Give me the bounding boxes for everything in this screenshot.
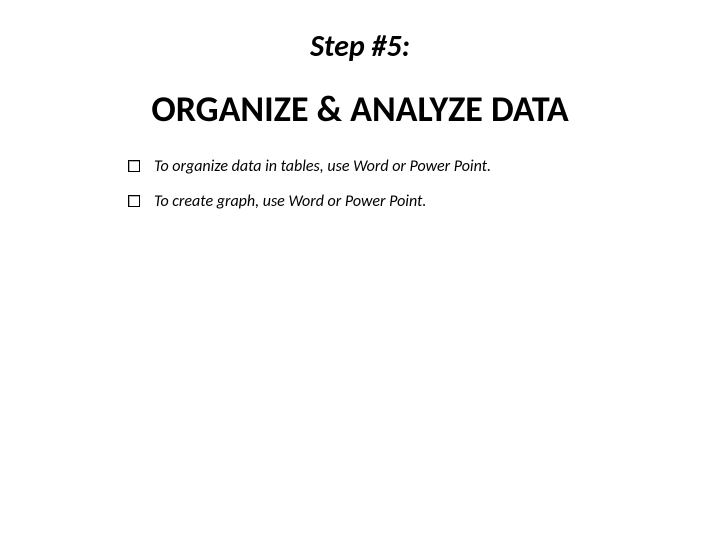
- checkbox-icon: [128, 195, 140, 207]
- bullet-text: To create graph, use Word or Power Point…: [154, 192, 426, 213]
- bullet-list: To organize data in tables, use Word or …: [0, 157, 720, 213]
- list-item: To create graph, use Word or Power Point…: [128, 192, 640, 213]
- slide-container: Step #5: ORGANIZE & ANALYZE DATA To orga…: [0, 0, 720, 540]
- step-label: Step #5:: [0, 28, 720, 65]
- list-item: To organize data in tables, use Word or …: [128, 157, 640, 178]
- checkbox-icon: [128, 160, 140, 172]
- bullet-text: To organize data in tables, use Word or …: [154, 157, 491, 178]
- page-title: ORGANIZE & ANALYZE DATA: [0, 87, 720, 131]
